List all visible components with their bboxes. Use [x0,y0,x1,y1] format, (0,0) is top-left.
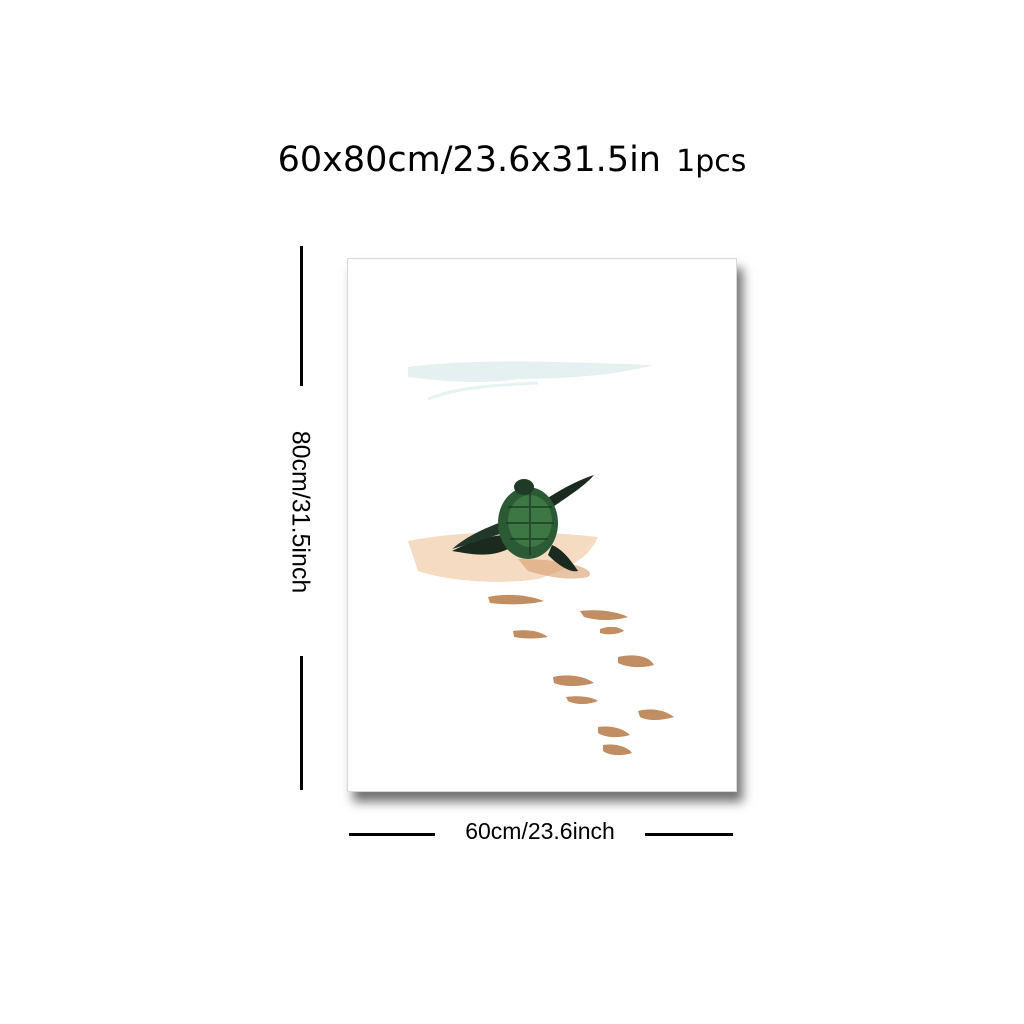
quantity-text: 1pcs [676,144,747,179]
height-dimension-line-bottom [300,656,303,790]
width-dimension-line-right [645,833,733,836]
turtle-tracks [488,594,674,756]
width-label: 60cm/23.6inch [465,818,615,844]
size-title: 60x80cm/23.6x31.5in 1pcs [0,140,1024,180]
canvas-print [347,258,737,792]
product-image: 60x80cm/23.6x31.5in 1pcs 80cm/31.5inch 6… [0,0,1024,1024]
water-wash [408,361,653,383]
height-label: 80cm/31.5inch [286,430,315,594]
height-dimension-line-top [300,246,303,386]
size-text: 60x80cm/23.6x31.5in [277,140,661,180]
turtle-painting [408,361,674,756]
width-dimension-line-left [349,833,435,836]
